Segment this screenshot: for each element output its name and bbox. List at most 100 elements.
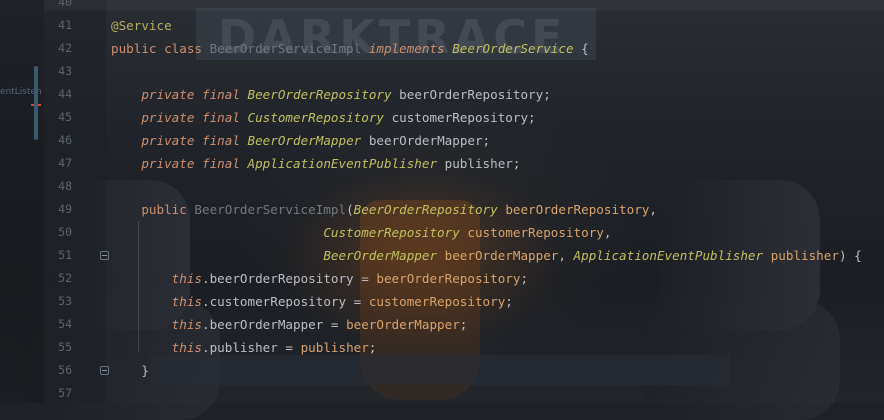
code-token: implements bbox=[368, 41, 453, 56]
line-number[interactable]: 54 bbox=[52, 313, 72, 336]
code-line[interactable]: 57 bbox=[0, 382, 884, 405]
code-text[interactable]: private final CustomerRepository custome… bbox=[111, 106, 536, 129]
code-line[interactable]: 43 bbox=[0, 60, 884, 83]
code-token: , bbox=[558, 248, 574, 263]
code-line[interactable]: 46 private final BeerOrderMapper beerOrd… bbox=[0, 129, 884, 152]
code-token: customerRepository bbox=[368, 294, 506, 309]
code-token: } bbox=[111, 363, 149, 378]
line-number[interactable]: 40 bbox=[52, 0, 72, 14]
line-number[interactable]: 45 bbox=[52, 106, 72, 129]
code-token: private bbox=[111, 110, 202, 125]
code-line[interactable]: 51 BeerOrderMapper beerOrderMapper, Appl… bbox=[0, 244, 884, 267]
code-token: public bbox=[111, 202, 195, 217]
code-token: private bbox=[111, 133, 202, 148]
line-number[interactable]: 44 bbox=[52, 83, 72, 106]
code-token: BeerOrderMapper bbox=[323, 248, 445, 263]
code-token: .beerOrderRepository = bbox=[202, 271, 377, 286]
code-token: beerOrderMapper bbox=[444, 248, 559, 263]
fold-toggle-icon[interactable] bbox=[100, 366, 109, 375]
line-number[interactable]: 41 bbox=[52, 14, 72, 37]
code-token: BeerOrderServiceImpl bbox=[209, 41, 369, 56]
line-number[interactable]: 46 bbox=[52, 129, 72, 152]
code-token: public bbox=[111, 41, 165, 56]
code-text[interactable]: @Service bbox=[111, 14, 172, 37]
code-line[interactable]: 45 private final CustomerRepository cust… bbox=[0, 106, 884, 129]
code-token: { bbox=[573, 41, 589, 56]
code-token: .beerOrderMapper = bbox=[202, 317, 347, 332]
code-token: private bbox=[111, 156, 202, 171]
line-number[interactable]: 53 bbox=[52, 290, 72, 313]
code-token: ApplicationEventPublisher bbox=[573, 248, 771, 263]
code-token: ApplicationEventPublisher bbox=[247, 156, 445, 171]
code-text[interactable]: this.customerRepository = customerReposi… bbox=[111, 290, 513, 313]
code-token: beerOrderMapper; bbox=[368, 133, 491, 148]
line-number[interactable]: 43 bbox=[52, 60, 72, 83]
line-number[interactable]: 56 bbox=[52, 359, 72, 382]
code-token: customerRepository; bbox=[391, 110, 536, 125]
code-token: ; bbox=[459, 317, 468, 332]
code-line[interactable]: 49 public BeerOrderServiceImpl(BeerOrder… bbox=[0, 198, 884, 221]
code-token: beerOrderRepository; bbox=[399, 87, 551, 102]
code-token: final bbox=[202, 110, 248, 125]
code-token: publisher bbox=[300, 340, 369, 355]
code-token: BeerOrderMapper bbox=[247, 133, 369, 148]
line-number[interactable]: 47 bbox=[52, 152, 72, 175]
code-token: ) { bbox=[838, 248, 862, 263]
code-text[interactable]: private final ApplicationEventPublisher … bbox=[111, 152, 520, 175]
code-token: this bbox=[111, 317, 202, 332]
line-number[interactable]: 52 bbox=[52, 267, 72, 290]
code-token: beerOrderMapper bbox=[346, 317, 460, 332]
code-token: CustomerRepository bbox=[323, 225, 468, 240]
code-line[interactable]: 47 private final ApplicationEventPublish… bbox=[0, 152, 884, 175]
line-number[interactable]: 55 bbox=[52, 336, 72, 359]
line-number[interactable]: 48 bbox=[52, 175, 72, 198]
code-line[interactable]: 56 } bbox=[0, 359, 884, 382]
code-token: customerRepository bbox=[467, 225, 604, 240]
code-token: , bbox=[649, 202, 657, 217]
code-token: publisher; bbox=[444, 156, 521, 171]
code-line[interactable]: 48 bbox=[0, 175, 884, 198]
line-number[interactable]: 57 bbox=[52, 382, 72, 405]
code-token: @Service bbox=[111, 18, 172, 33]
line-number[interactable]: 42 bbox=[52, 37, 72, 60]
code-line[interactable]: 54 this.beerOrderMapper = beerOrderMappe… bbox=[0, 313, 884, 336]
code-token: this bbox=[111, 294, 202, 309]
code-text[interactable]: CustomerRepository customerRepository, bbox=[111, 221, 611, 244]
code-line[interactable]: 41 @Service bbox=[0, 14, 884, 37]
code-text[interactable]: BeerOrderMapper beerOrderMapper, Applica… bbox=[111, 244, 862, 267]
code-token: .customerRepository = bbox=[202, 294, 369, 309]
code-token: publisher bbox=[770, 248, 839, 263]
line-number[interactable]: 49 bbox=[52, 198, 72, 221]
code-line[interactable]: 52 this.beerOrderRepository = beerOrderR… bbox=[0, 267, 884, 290]
code-text[interactable]: public BeerOrderServiceImpl(BeerOrderRep… bbox=[111, 198, 657, 221]
code-line[interactable]: 53 this.customerRepository = customerRep… bbox=[0, 290, 884, 313]
code-line[interactable]: 44 private final BeerOrderRepository bee… bbox=[0, 83, 884, 106]
code-token: BeerOrderRepository bbox=[247, 87, 400, 102]
code-token: private bbox=[111, 87, 202, 102]
code-text[interactable]: this.beerOrderMapper = beerOrderMapper; bbox=[111, 313, 468, 336]
code-line[interactable]: 55 this.publisher = publisher; bbox=[0, 336, 884, 359]
line-number[interactable]: 51 bbox=[52, 244, 72, 267]
code-token: BeerOrderRepository bbox=[353, 202, 506, 217]
code-text[interactable]: this.beerOrderRepository = beerOrderRepo… bbox=[111, 267, 528, 290]
code-token: this bbox=[111, 271, 202, 286]
code-token: , bbox=[603, 225, 612, 240]
code-token: .publisher = bbox=[202, 340, 301, 355]
code-line[interactable]: 50 CustomerRepository customerRepository… bbox=[0, 221, 884, 244]
code-text[interactable]: public class BeerOrderServiceImpl implem… bbox=[111, 37, 589, 60]
code-token: CustomerRepository bbox=[247, 110, 392, 125]
code-text[interactable]: this.publisher = publisher; bbox=[111, 336, 377, 359]
code-text[interactable]: } bbox=[111, 359, 149, 382]
code-token: final bbox=[202, 87, 248, 102]
code-text[interactable]: private final BeerOrderRepository beerOr… bbox=[111, 83, 551, 106]
code-line[interactable]: 42 public class BeerOrderServiceImpl impl… bbox=[0, 37, 884, 60]
code-token: final bbox=[202, 133, 248, 148]
line-number[interactable]: 50 bbox=[52, 221, 72, 244]
code-token: ; bbox=[505, 294, 513, 309]
fold-toggle-icon[interactable] bbox=[100, 251, 109, 260]
code-text[interactable]: private final BeerOrderMapper beerOrderM… bbox=[111, 129, 490, 152]
code-line[interactable]: 40 bbox=[0, 0, 884, 14]
code-token: beerOrderRepository bbox=[505, 202, 650, 217]
